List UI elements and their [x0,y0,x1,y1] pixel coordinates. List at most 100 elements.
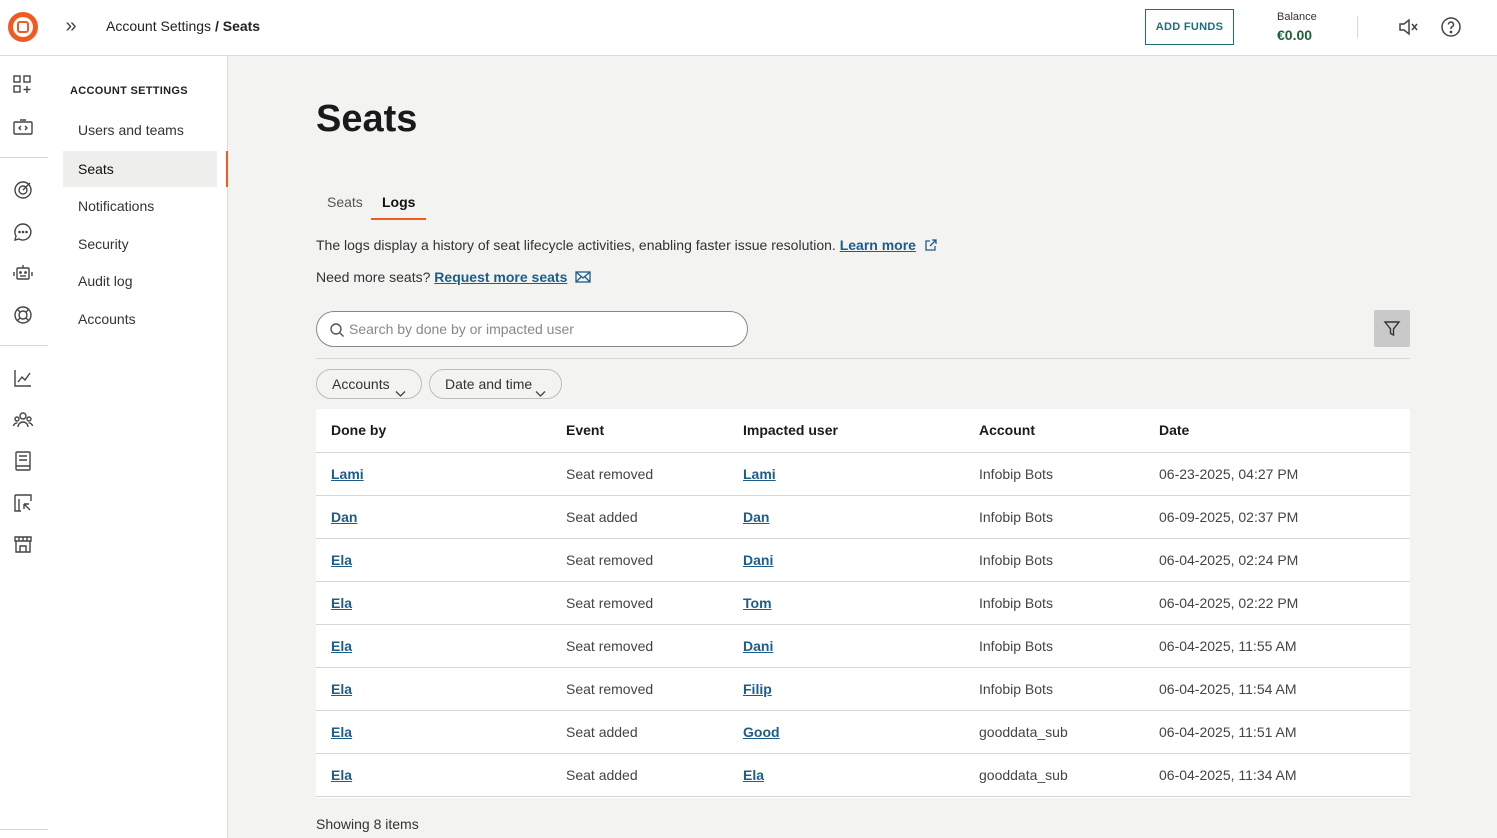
docs-icon[interactable] [12,450,34,472]
date-time-filter-chip[interactable]: Date and time [429,369,562,399]
search-field[interactable] [316,311,748,347]
sidenav-item-users-and-teams[interactable]: Users and teams [63,112,217,148]
search-input[interactable] [349,319,729,339]
column-header-impacted-user[interactable]: Impacted user [743,422,838,438]
cell-event: Seat removed [566,681,654,697]
cell-impacted-user-link[interactable]: Filip [743,681,772,697]
ai-icon[interactable] [12,304,34,326]
target-icon[interactable] [12,179,34,201]
item-count: Showing 8 items [316,816,419,832]
need-more-text: Need more seats? [316,269,435,285]
column-header-done-by[interactable]: Done by [331,422,386,438]
filter-button[interactable] [1374,310,1410,347]
cell-impacted-user-link[interactable]: Dan [743,509,769,525]
breadcrumb: Account Settings / Seats [106,18,260,34]
divider [1357,16,1358,38]
cell-done-by-link[interactable]: Lami [331,466,364,482]
sidenav-item-notifications[interactable]: Notifications [63,188,217,224]
mail-icon[interactable] [575,270,591,287]
rail-divider [0,829,48,830]
cell-date: 06-04-2025, 11:34 AM [1159,767,1297,783]
table-header: Done by Event Impacted user Account Date [316,409,1410,453]
cell-account: Infobip Bots [979,466,1053,482]
active-indicator [226,151,228,187]
seat-logs-table: Done by Event Impacted user Account Date… [316,409,1410,798]
external-link-icon[interactable] [924,238,938,255]
analytics-icon[interactable] [12,367,34,389]
apps-add-icon[interactable] [12,74,34,96]
column-header-event[interactable]: Event [566,422,604,438]
developer-tools-icon[interactable] [12,116,34,138]
cell-date: 06-09-2025, 02:37 PM [1159,509,1299,525]
infobip-logo-icon[interactable] [8,12,38,42]
cell-date: 06-04-2025, 02:24 PM [1159,552,1299,568]
breadcrumb-parent[interactable]: Account Settings [106,18,211,34]
campaign-icon[interactable] [12,492,34,514]
request-more-seats-link[interactable]: Request more seats [434,269,567,285]
cell-account: gooddata_sub [979,724,1068,740]
balance-label: Balance [1277,11,1317,23]
cell-account: gooddata_sub [979,767,1068,783]
sidenav-item-seats[interactable]: Seats [63,151,217,187]
cell-impacted-user-link[interactable]: Ela [743,767,764,783]
sidenav-title: ACCOUNT SETTINGS [70,85,188,97]
cell-account: Infobip Bots [979,681,1053,697]
page-title: Seats [316,98,418,140]
cell-done-by-link[interactable]: Ela [331,552,352,568]
tab-seats[interactable]: Seats [316,186,374,220]
sidenav-item-audit-log[interactable]: Audit log [63,263,217,299]
settings-sidenav: ACCOUNT SETTINGS Users and teams Seats N… [48,56,228,838]
bot-icon[interactable] [12,262,34,284]
cell-done-by-link[interactable]: Ela [331,724,352,740]
request-seats-line: Need more seats? Request more seats [316,269,591,287]
cell-done-by-link[interactable]: Ela [331,595,352,611]
cell-date: 06-04-2025, 02:22 PM [1159,595,1299,611]
balance-value: €0.00 [1277,27,1313,43]
cell-event: Seat removed [566,638,654,654]
cell-done-by-link[interactable]: Ela [331,681,352,697]
mute-icon[interactable] [1396,15,1420,39]
cell-date: 06-23-2025, 04:27 PM [1159,466,1299,482]
cell-done-by-link[interactable]: Ela [331,638,352,654]
cell-impacted-user-link[interactable]: Tom [743,595,772,611]
column-header-date[interactable]: Date [1159,422,1189,438]
store-icon[interactable] [12,533,34,555]
help-icon[interactable] [1439,15,1463,39]
cell-date: 06-04-2025, 11:55 AM [1159,638,1297,654]
cell-done-by-link[interactable]: Dan [331,509,357,525]
logs-description-text: The logs display a history of seat lifec… [316,237,840,253]
chat-icon[interactable] [12,221,34,243]
table-row: Ela Seat added Ela gooddata_sub 06-04-2025, … [316,754,1410,797]
cell-impacted-user-link[interactable]: Dani [743,552,773,568]
expand-icon[interactable]: » [60,15,82,39]
learn-more-link[interactable]: Learn more [840,237,916,253]
cell-event: Seat added [566,724,638,740]
cell-event: Seat added [566,767,638,783]
rail-divider [0,345,48,346]
add-funds-button[interactable]: ADD FUNDS [1145,9,1234,45]
cell-impacted-user-link[interactable]: Dani [743,638,773,654]
breadcrumb-separator: / [211,18,223,34]
cell-done-by-link[interactable]: Ela [331,767,352,783]
sidenav-item-accounts[interactable]: Accounts [63,301,217,337]
cell-account: Infobip Bots [979,595,1053,611]
people-icon[interactable] [12,409,34,431]
sidenav-item-security[interactable]: Security [63,226,217,262]
column-header-account[interactable]: Account [979,422,1035,438]
rail-divider [0,157,48,158]
chevron-down-icon [395,379,406,407]
date-time-filter-label: Date and time [445,376,533,392]
cell-impacted-user-link[interactable]: Lami [743,466,776,482]
cell-date: 06-04-2025, 11:54 AM [1159,681,1297,697]
cell-event: Seat removed [566,552,654,568]
table-row: Ela Seat removed Tom Infobip Bots 06-04-2025… [316,582,1410,625]
cell-impacted-user-link[interactable]: Good [743,724,780,740]
cell-account: Infobip Bots [979,638,1053,654]
breadcrumb-current: Seats [222,18,261,34]
tab-logs[interactable]: Logs [371,186,427,220]
table-row: Dan Seat added Dan Infobip Bots 06-09-2025, … [316,496,1410,539]
accounts-filter-chip[interactable]: Accounts [316,369,422,399]
chevron-down-icon [535,379,546,407]
table-row: Lami Seat removed Lami Infobip Bots 06-23-20… [316,453,1410,496]
cell-account: Infobip Bots [979,552,1053,568]
